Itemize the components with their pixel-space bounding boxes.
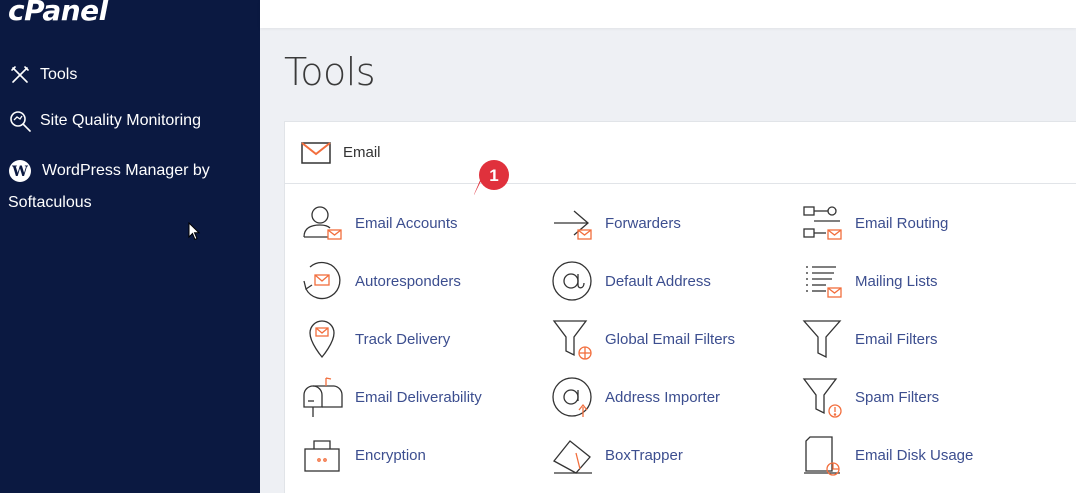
tool-label: Mailing Lists — [855, 272, 938, 290]
tool-label: Spam Filters — [855, 388, 940, 406]
tools-icon — [8, 63, 32, 87]
email-section-label: Email — [343, 144, 381, 161]
sidebar-item-label: Tools — [40, 66, 78, 83]
autoresponders-link[interactable]: Autoresponders — [300, 259, 461, 303]
email-deliverability-link[interactable]: Email Deliverability — [300, 375, 482, 419]
tool-label: Email Accounts — [355, 214, 458, 232]
at-sign-icon — [550, 259, 594, 303]
email-routing-link[interactable]: Email Routing — [800, 201, 948, 245]
global-email-filters-link[interactable]: Global Email Filters — [550, 317, 735, 361]
email-routing-icon — [800, 201, 844, 245]
mailing-lists-link[interactable]: Mailing Lists — [800, 259, 938, 303]
spam-filter-icon — [800, 375, 844, 419]
disk-usage-icon — [800, 433, 844, 477]
email-accounts-link[interactable]: Email Accounts — [300, 201, 458, 245]
top-bar — [260, 0, 1076, 28]
mailing-lists-icon — [800, 259, 844, 303]
mouse-cursor-icon — [188, 222, 201, 241]
sidebar-item-site-quality-monitoring[interactable]: Site Quality Monitoring — [8, 109, 201, 133]
cpanel-logo[interactable]: cPanel — [8, 0, 108, 27]
boxtrapper-icon — [550, 433, 594, 477]
email-disk-usage-link[interactable]: Email Disk Usage — [800, 433, 973, 477]
global-filter-icon — [550, 317, 594, 361]
sidebar-item-label: Site Quality Monitoring — [40, 112, 201, 129]
tool-label: Global Email Filters — [605, 330, 736, 348]
boxtrapper-link[interactable]: BoxTrapper — [550, 433, 683, 477]
tool-label: Email Disk Usage — [855, 446, 974, 464]
encryption-icon — [300, 433, 344, 477]
encryption-link[interactable]: Encryption — [300, 433, 426, 477]
mailbox-icon — [300, 375, 344, 419]
magnifier-icon — [8, 109, 32, 133]
sidebar-item-wordpress-manager[interactable]: W WordPress Manager by Softaculous — [8, 155, 248, 219]
annotation-badge-number: 1 — [489, 166, 498, 185]
spam-filters-link[interactable]: Spam Filters — [800, 375, 939, 419]
track-delivery-link[interactable]: Track Delivery — [300, 317, 450, 361]
tool-label: Email Deliverability — [355, 388, 482, 406]
tool-label: Email Filters — [855, 330, 938, 348]
svg-text:W: W — [11, 164, 28, 180]
filter-icon — [800, 317, 844, 361]
tool-label: Encryption — [355, 446, 426, 464]
tool-label: BoxTrapper — [605, 446, 683, 464]
forwarders-icon — [550, 201, 594, 245]
sidebar-item-label-line2: Softaculous — [8, 194, 92, 211]
autoresponders-icon — [300, 259, 344, 303]
tool-label: Default Address — [605, 272, 711, 290]
email-accounts-icon — [300, 201, 344, 245]
default-address-link[interactable]: Default Address — [550, 259, 711, 303]
sidebar-item-label: WordPress Manager by — [42, 162, 210, 179]
sidebar-item-tools[interactable]: Tools — [8, 63, 77, 87]
page-title: Tools — [284, 50, 376, 94]
annotation-badge: 1 — [474, 160, 509, 195]
address-importer-link[interactable]: Address Importer — [550, 375, 720, 419]
envelope-icon — [301, 141, 331, 164]
address-importer-icon — [550, 375, 594, 419]
wordpress-icon: W — [8, 159, 32, 183]
track-delivery-icon — [300, 317, 344, 361]
tool-label: Track Delivery — [355, 330, 451, 348]
tool-label: Forwarders — [605, 214, 681, 232]
tool-label: Email Routing — [855, 214, 949, 232]
tool-label: Address Importer — [605, 388, 721, 406]
sidebar: cPanel Tools Site Quality Monitoring W W… — [0, 0, 260, 493]
tool-label: Autoresponders — [355, 272, 461, 290]
forwarders-link[interactable]: Forwarders — [550, 201, 681, 245]
email-filters-link[interactable]: Email Filters — [800, 317, 938, 361]
email-section-header[interactable]: Email — [285, 122, 1076, 184]
